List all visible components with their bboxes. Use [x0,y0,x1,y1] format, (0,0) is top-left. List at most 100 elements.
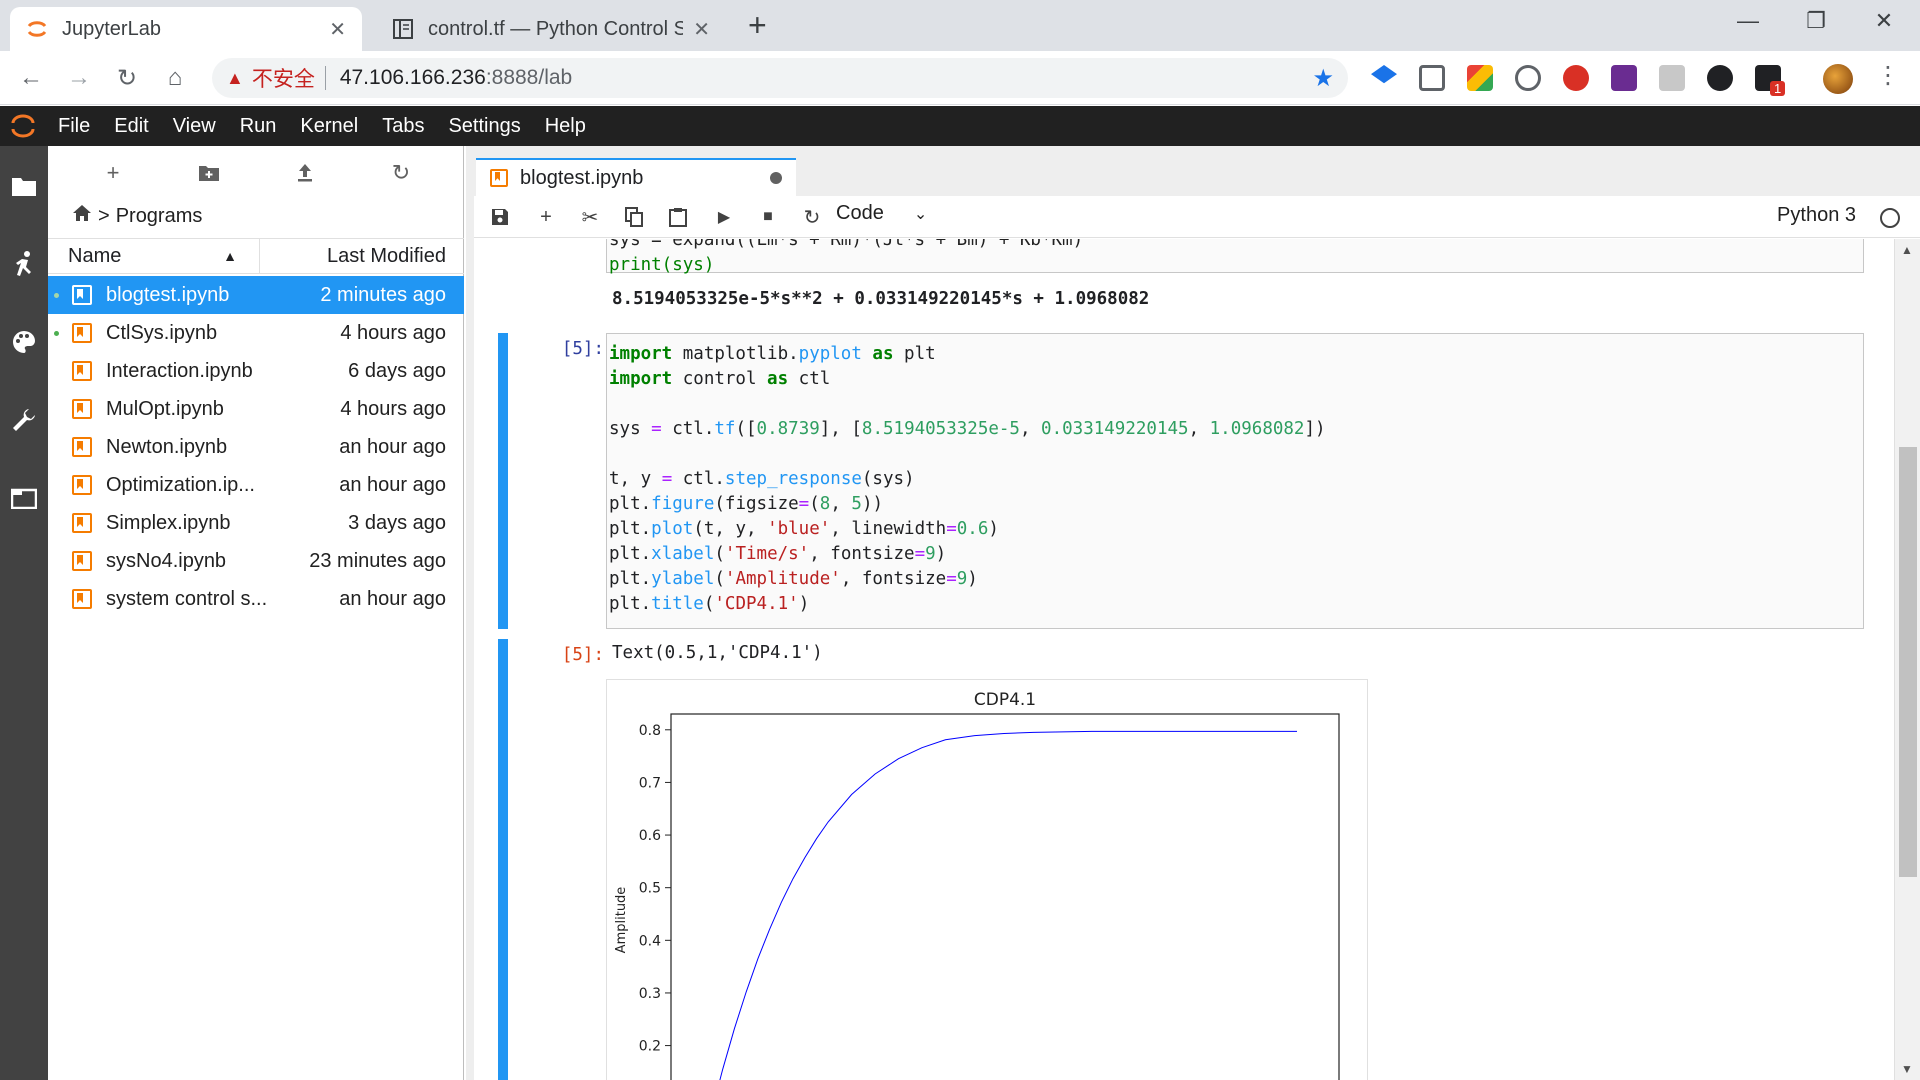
jupyter-menubar: File Edit View Run Kernel Tabs Settings … [0,106,1920,146]
notebook-scrollbar[interactable]: ▲ ▼ [1894,239,1920,1080]
notebook-tab[interactable]: blogtest.ipynb [476,158,796,196]
tabs-icon[interactable] [6,480,42,516]
cell-type-dropdown[interactable]: Code ⌄ [836,202,927,225]
file-browser-toolbar: + ↻ [48,146,464,198]
menu-edit[interactable]: Edit [102,115,160,138]
column-header-last-modified[interactable]: Last Modified [260,239,464,273]
address-bar[interactable]: ▲ 不安全 47.106.166.236 :8888/lab ★ [212,58,1348,98]
upload-icon[interactable] [288,158,322,188]
breadcrumb-programs[interactable]: Programs [116,205,203,228]
copy-icon[interactable] [620,203,648,231]
code-cell-editor[interactable]: import matplotlib.pyplot as plt import c… [606,333,1864,629]
home-icon[interactable]: ⌂ [158,61,192,95]
refresh-icon[interactable]: ↻ [384,158,418,188]
pdf-icon[interactable] [1659,65,1685,91]
file-row[interactable]: Newton.ipynb an hour ago [48,428,464,466]
menu-run[interactable]: Run [228,115,289,138]
browser-tab-control-tf[interactable]: control.tf — Python Control Sy ✕ [376,7,726,51]
stop-kernel-icon[interactable]: ■ [754,203,782,231]
browser-menu-icon[interactable]: ⋮ [1876,61,1900,90]
restore-window-button[interactable]: ❐ [1786,4,1846,38]
bookmark-star-icon[interactable]: ★ [1312,64,1334,93]
menu-help[interactable]: Help [533,115,598,138]
file-browser: + ↻ > Programs Name ▲ Last Modified blog… [48,146,464,1080]
menu-view[interactable]: View [161,115,228,138]
notebook-file-icon [72,323,92,343]
home-folder-icon[interactable] [72,204,92,228]
opera-icon[interactable] [1563,65,1589,91]
file-last-modified: 4 hours ago [340,321,446,344]
run-cell-icon[interactable]: ▶ [710,203,738,231]
close-tab-icon[interactable]: ✕ [693,17,710,42]
column-header-name-label: Name [68,245,122,267]
main-dock-area: blogtest.ipynb + ✂ ▶ ■ ↻ Code ⌄ Python 3 [466,146,1920,1080]
wrench-icon[interactable] [6,402,42,438]
running-icon[interactable] [6,246,42,282]
file-last-modified: 4 hours ago [340,397,446,420]
file-row[interactable]: sysNo4.ipynb 23 minutes ago [48,542,464,580]
reload-icon[interactable]: ↻ [110,61,144,95]
forward-arrow-icon[interactable]: → [62,61,96,95]
browser-tab-jupyterlab[interactable]: JupyterLab ✕ [10,7,362,51]
y-tick-label: 0.7 [639,775,661,791]
cut-icon[interactable]: ✂ [576,203,604,231]
extension-circle-icon[interactable] [1515,65,1541,91]
y-tick-label: 0.6 [639,828,661,844]
menu-tabs[interactable]: Tabs [370,115,436,138]
file-row[interactable]: Optimization.ip... an hour ago [48,466,464,504]
new-launcher-plus-icon[interactable]: + [96,158,130,188]
file-row[interactable]: system control s... an hour ago [48,580,464,618]
extension-color-icon[interactable] [1467,65,1493,91]
left-activity-bar [0,146,48,1080]
scroll-down-arrow-icon[interactable]: ▼ [1901,1062,1913,1076]
input-prompt: [5]: [561,339,604,359]
y-tick-label: 0.8 [639,723,661,739]
unsaved-dot-icon[interactable] [770,172,782,184]
code-line: plt.xlabel('Time/s', fontsize=9) [609,544,947,564]
profile-avatar[interactable] [1823,64,1853,94]
column-header-name[interactable]: Name ▲ [48,239,260,273]
new-folder-icon[interactable] [192,158,226,188]
sort-ascending-icon: ▲ [223,248,237,264]
save-icon[interactable] [486,203,514,231]
scroll-up-arrow-icon[interactable]: ▲ [1901,243,1913,257]
menu-file[interactable]: File [46,115,102,138]
file-last-modified: 3 days ago [348,511,446,534]
browser-toolbar: ← → ↻ ⌂ ▲ 不安全 47.106.166.236 :8888/lab ★… [0,51,1920,105]
new-tab-button[interactable]: + [748,8,767,42]
file-row[interactable]: CtlSys.ipynb 4 hours ago [48,314,464,352]
insert-cell-plus-icon[interactable]: + [532,203,560,231]
kernel-name[interactable]: Python 3 [1777,204,1856,227]
warning-triangle-icon: ▲ [226,67,244,88]
file-row[interactable]: MulOpt.ipynb 4 hours ago [48,390,464,428]
cell-input-collapser[interactable] [498,333,508,629]
extension-cap-icon[interactable] [1371,65,1397,84]
file-name: sysNo4.ipynb [106,549,227,572]
file-last-modified: 6 days ago [348,359,446,382]
close-window-button[interactable]: ✕ [1854,4,1914,38]
code-line: plt.plot(t, y, 'blue', linewidth=0.6) [609,519,999,539]
extension-purple-icon[interactable] [1611,65,1637,91]
jupyter-favicon-icon [26,18,48,40]
restart-kernel-icon[interactable]: ↻ [798,203,826,231]
scrollbar-thumb[interactable] [1899,447,1917,877]
previous-code-cell-editor[interactable]: sys = expand((Lm*s + Rm)*(Jt*s + Bm) + K… [606,239,1864,275]
mail-icon[interactable] [1419,65,1445,91]
file-row[interactable]: Simplex.ipynb 3 days ago [48,504,464,542]
file-row[interactable]: Interaction.ipynb 6 days ago [48,352,464,390]
menu-kernel[interactable]: Kernel [288,115,370,138]
close-tab-icon[interactable]: ✕ [329,17,346,42]
extension-avatar-icon[interactable] [1707,65,1733,91]
notebook-file-icon [72,513,92,533]
file-row[interactable]: blogtest.ipynb 2 minutes ago [48,276,464,314]
security-label[interactable]: 不安全 [252,63,315,93]
palette-icon[interactable] [6,324,42,360]
menu-settings[interactable]: Settings [436,115,532,138]
file-last-modified: an hour ago [339,435,446,458]
paste-icon[interactable] [664,203,692,231]
folder-icon[interactable] [6,168,42,204]
cell-output-collapser[interactable] [498,639,508,1080]
breadcrumb-separator: > [98,204,110,227]
minimize-window-button[interactable]: — [1718,4,1778,38]
back-arrow-icon[interactable]: ← [14,61,48,95]
